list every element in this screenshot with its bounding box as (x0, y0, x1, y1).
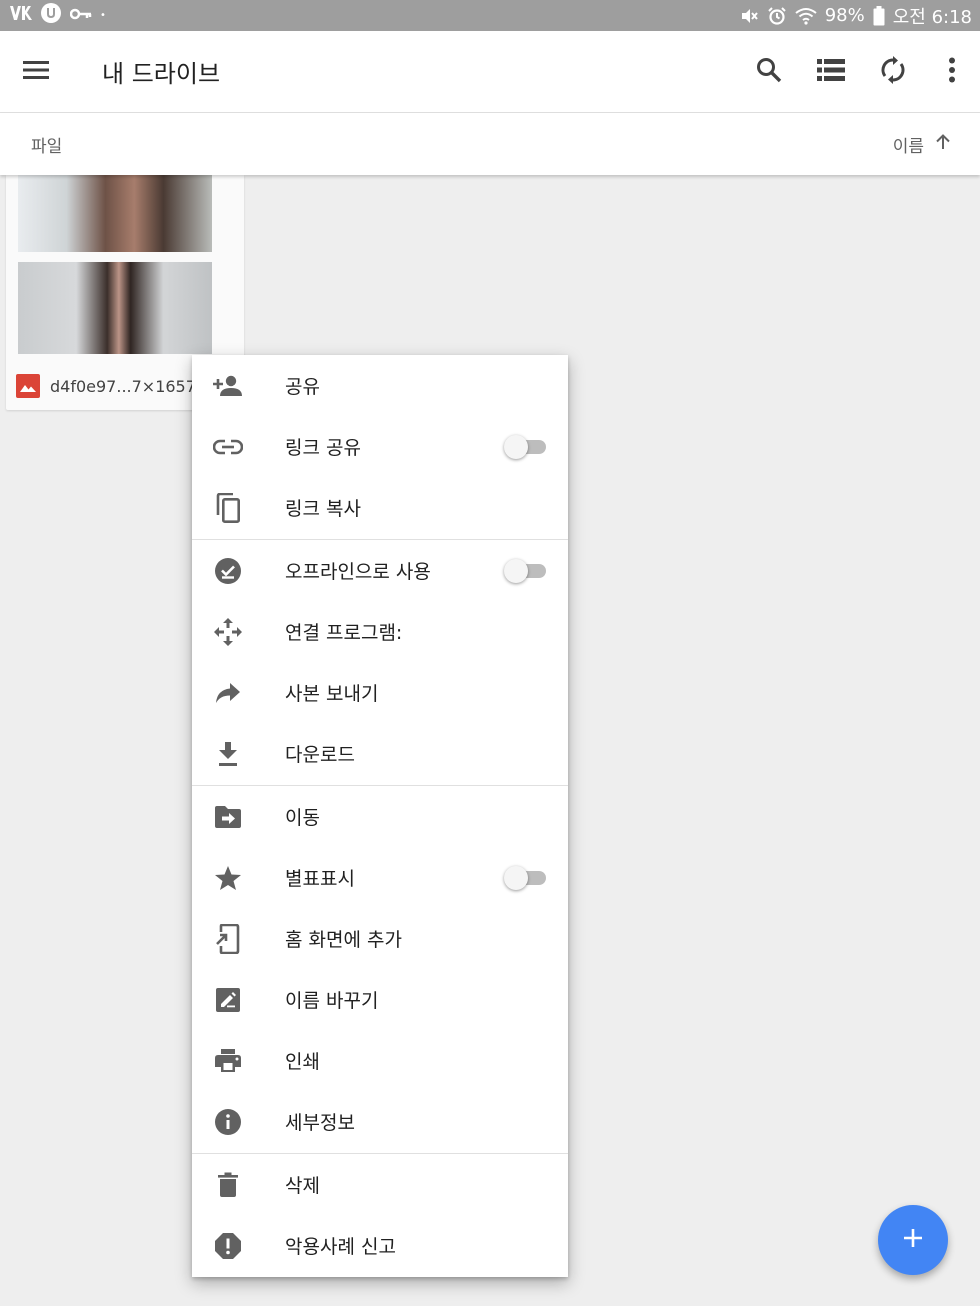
more-vert-icon (948, 57, 956, 87)
menu-item-label: 이동 (285, 807, 320, 829)
sync-icon (880, 55, 906, 88)
add-to-home-icon (212, 923, 244, 955)
menu-item-details[interactable]: 세부정보 (192, 1091, 568, 1152)
thumbnail-preview (18, 175, 212, 252)
report-icon (212, 1230, 244, 1262)
menu-item-print[interactable]: 인쇄 (192, 1030, 568, 1091)
thumbnail-image (18, 262, 212, 354)
menu-item-label: 인쇄 (285, 1051, 320, 1073)
menu-item-open-with[interactable]: 연결 프로그램: (192, 601, 568, 662)
context-menu: 공유 링크 공유 링크 복사 오프라인으로 사용 연결 프로그램: 사본 보내기… (192, 355, 568, 1277)
menu-item-label: 세부정보 (285, 1112, 355, 1134)
app-bar: 내 드라이브 (0, 31, 980, 113)
link-sharing-toggle[interactable] (504, 434, 546, 459)
menu-item-label: 공유 (285, 376, 320, 398)
menu-item-available-offline[interactable]: 오프라인으로 사용 (192, 540, 568, 601)
hamburger-menu-button[interactable] (0, 31, 72, 113)
menu-item-add-to-home[interactable]: 홈 화면에 추가 (192, 908, 568, 969)
menu-item-star[interactable]: 별표표시 (192, 847, 568, 908)
menu-item-label: 링크 공유 (285, 437, 361, 459)
menu-item-label: 다운로드 (285, 744, 355, 766)
star-icon (212, 862, 244, 894)
share-arrow-icon (212, 677, 244, 709)
menu-item-label: 사본 보내기 (285, 683, 379, 705)
menu-item-send-copy[interactable]: 사본 보내기 (192, 662, 568, 723)
more-options-button[interactable] (924, 31, 980, 113)
menu-item-label: 악용사례 신고 (285, 1236, 396, 1258)
menu-item-download[interactable]: 다운로드 (192, 723, 568, 784)
menu-icon (23, 60, 49, 84)
section-label-files: 파일 (31, 136, 63, 157)
menu-item-report-abuse[interactable]: 악용사례 신고 (192, 1215, 568, 1276)
menu-item-label: 홈 화면에 추가 (285, 929, 402, 951)
status-bar: • 98% 오전 6:18 (0, 0, 980, 31)
link-icon (212, 431, 244, 463)
open-with-icon (212, 616, 244, 648)
menu-item-share[interactable]: 공유 (192, 355, 568, 416)
arrow-up-icon (934, 133, 952, 156)
list-view-button[interactable] (800, 31, 862, 113)
offline-toggle[interactable] (504, 558, 546, 583)
star-toggle[interactable] (504, 865, 546, 890)
offline-check-icon (212, 555, 244, 587)
menu-item-link-sharing[interactable]: 링크 공유 (192, 416, 568, 477)
info-icon (212, 1106, 244, 1138)
alarm-icon (767, 6, 787, 26)
uc-browser-icon (40, 2, 62, 29)
menu-item-label: 연결 프로그램: (285, 622, 403, 644)
file-name: d4f0e97...7×1657) (50, 376, 203, 396)
new-item-fab[interactable] (878, 1205, 948, 1275)
menu-item-rename[interactable]: 이름 바꾸기 (192, 969, 568, 1030)
menu-item-label: 링크 복사 (285, 498, 361, 520)
search-button[interactable] (738, 31, 800, 113)
sort-bar: 파일 이름 (0, 113, 980, 175)
image-icon (16, 374, 40, 398)
mute-icon (739, 6, 759, 26)
download-icon (212, 738, 244, 770)
menu-item-label: 이름 바꾸기 (285, 990, 379, 1012)
list-view-icon (817, 58, 845, 85)
key-icon (69, 5, 92, 26)
wifi-icon (795, 7, 817, 25)
move-folder-icon (212, 801, 244, 833)
sync-button[interactable] (862, 31, 924, 113)
search-icon (756, 57, 782, 87)
menu-item-label: 별표표시 (285, 868, 355, 890)
copy-icon (212, 492, 244, 524)
trash-icon (212, 1169, 244, 1201)
battery-percent: 98% (824, 5, 865, 26)
rename-icon (212, 984, 244, 1016)
person-add-icon (212, 370, 244, 402)
page-title: 내 드라이브 (102, 60, 221, 88)
plus-icon (903, 1228, 923, 1252)
menu-item-delete[interactable]: 삭제 (192, 1154, 568, 1215)
dot-icon: • (100, 10, 106, 21)
menu-item-copy-link[interactable]: 링크 복사 (192, 477, 568, 538)
vpn-icon (8, 3, 32, 28)
menu-item-label: 오프라인으로 사용 (285, 561, 431, 583)
sort-label: 이름 (892, 136, 924, 157)
menu-item-label: 삭제 (285, 1175, 320, 1197)
menu-item-move[interactable]: 이동 (192, 786, 568, 847)
clock: 오전 6:18 (892, 6, 972, 28)
print-icon (212, 1045, 244, 1077)
battery-icon (873, 5, 885, 26)
sort-by-name-button[interactable]: 이름 (893, 132, 952, 157)
